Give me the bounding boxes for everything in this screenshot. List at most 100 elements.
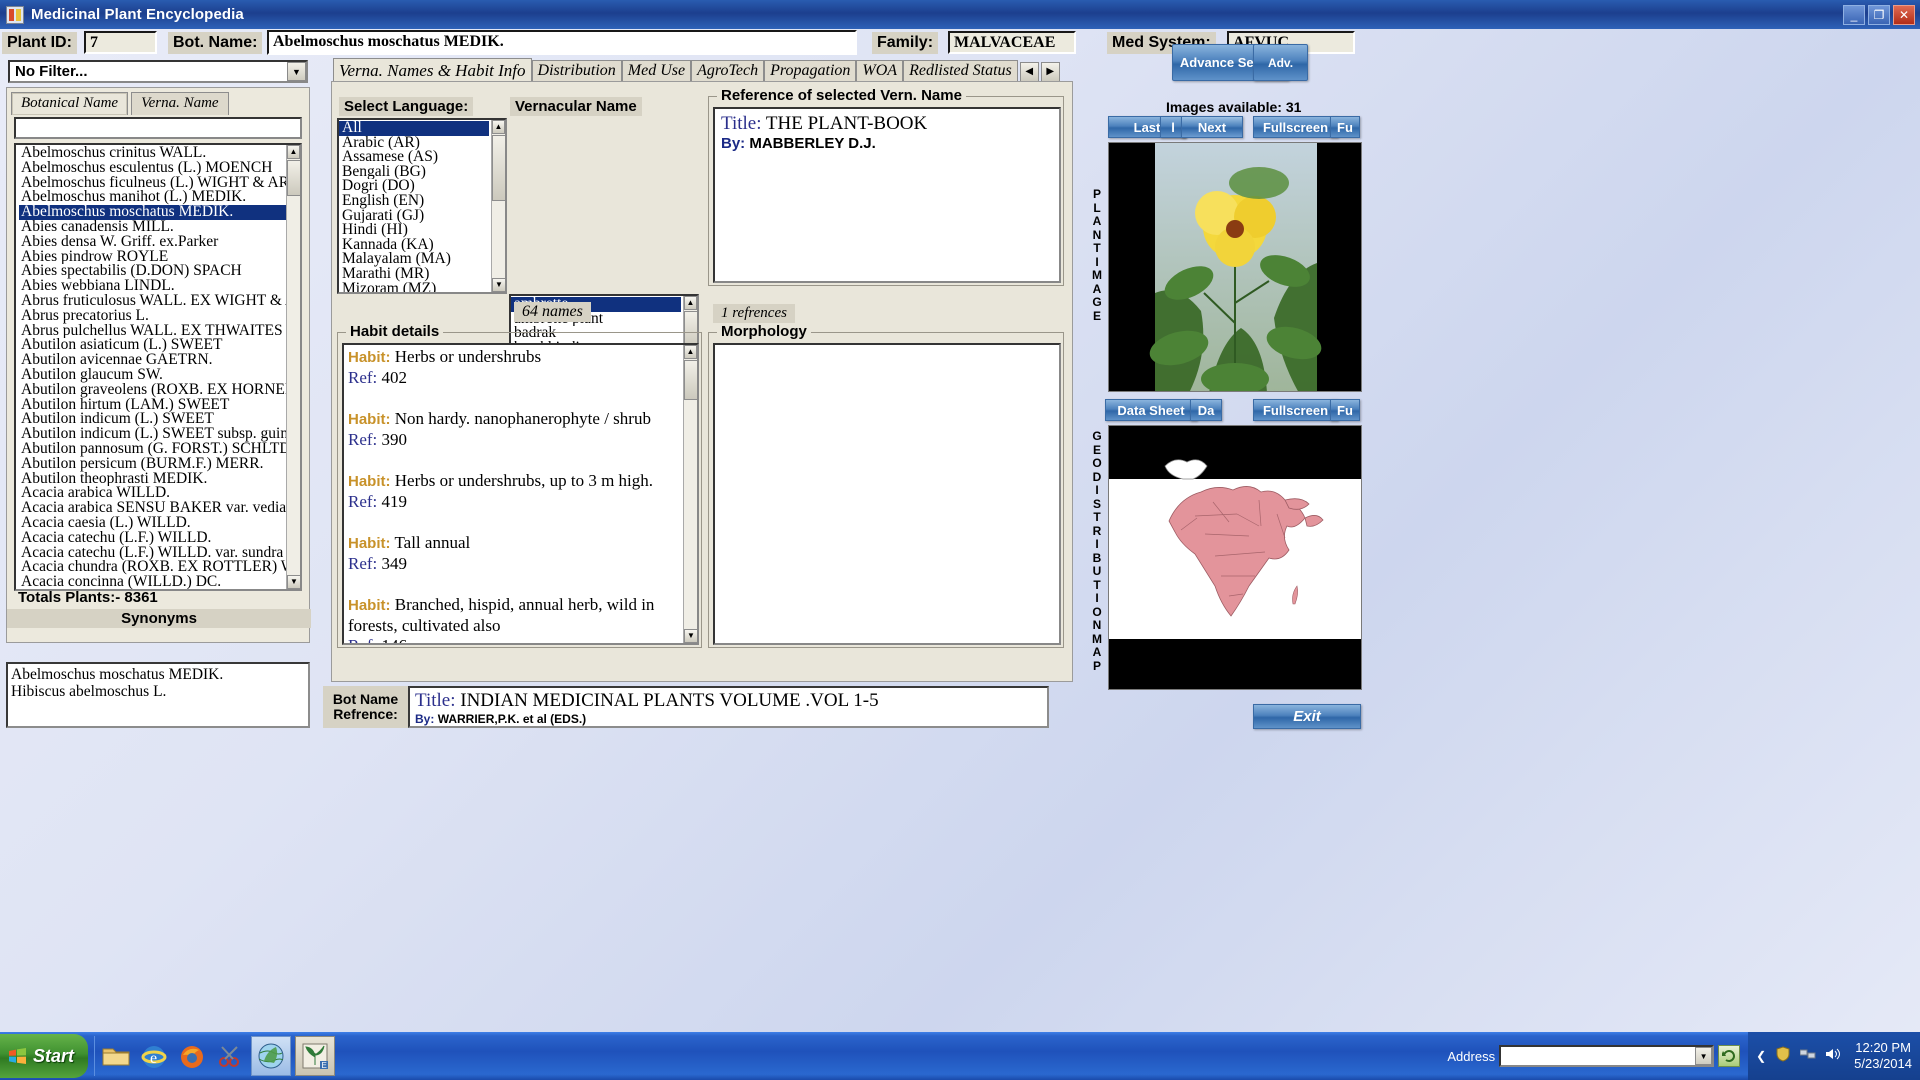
tab-verna-name[interactable]: Verna. Name xyxy=(131,92,229,115)
language-item[interactable]: Marathi (MR) xyxy=(339,267,489,282)
botanical-name-item[interactable]: Abutilon persicum (BURM.F.) MERR. xyxy=(19,457,286,472)
snipping-tool-icon[interactable] xyxy=(213,1039,247,1073)
language-item[interactable]: Dogri (DO) xyxy=(339,179,489,194)
botanical-name-item[interactable]: Abrus precatorius L. xyxy=(19,309,286,324)
scroll-up-icon[interactable]: ▲ xyxy=(287,145,300,159)
habit-scrollbar[interactable]: ▲ ▼ xyxy=(683,345,697,643)
chevron-down-icon[interactable]: ▼ xyxy=(1695,1047,1713,1065)
botanical-name-item[interactable]: Abrus fruticulosus WALL. EX WIGHT & ARN. xyxy=(19,294,286,309)
botanical-name-item[interactable]: Abutilon hirtum (LAM.) SWEET xyxy=(19,398,286,413)
botanical-name-item[interactable]: Abutilon avicennae GAETRN. xyxy=(19,353,286,368)
security-icon[interactable] xyxy=(1775,1045,1791,1067)
network-icon[interactable] xyxy=(1799,1047,1816,1066)
fullscreen-map-button-stub[interactable]: Fu xyxy=(1330,399,1360,421)
start-button[interactable]: Start xyxy=(0,1034,88,1078)
folder-icon[interactable] xyxy=(99,1039,133,1073)
data-sheet-button[interactable]: Data Sheet xyxy=(1105,399,1197,421)
internet-explorer-icon[interactable]: e xyxy=(137,1039,171,1073)
botanical-name-item[interactable]: Abutilon indicum (L.) SWEET subsp. guine… xyxy=(19,427,286,442)
scroll-thumb[interactable] xyxy=(492,135,505,201)
geo-distribution-map[interactable] xyxy=(1108,425,1362,690)
botanical-name-item[interactable]: Acacia chundra (ROXB. EX ROTTLER) WILLD. xyxy=(19,560,286,575)
botanical-name-item[interactable]: Abutilon graveolens (ROXB. EX HORNEM.) W… xyxy=(19,383,286,398)
language-item[interactable]: Bengali (BG) xyxy=(339,165,489,180)
language-scrollbar[interactable]: ▲ ▼ xyxy=(491,120,505,292)
scroll-up-icon[interactable]: ▲ xyxy=(684,345,697,359)
scroll-down-icon[interactable]: ▼ xyxy=(492,278,505,292)
advance-search-button-overlap[interactable]: Adv. xyxy=(1253,44,1308,81)
botanical-name-item[interactable]: Abies pindrow ROYLE xyxy=(19,250,286,265)
show-hidden-icon[interactable]: ❮ xyxy=(1756,1049,1766,1063)
botanical-name-item[interactable]: Abutilon theophrasti MEDIK. xyxy=(19,472,286,487)
tab-next-icon[interactable]: ▶ xyxy=(1040,62,1060,82)
language-item[interactable]: Kannada (KA) xyxy=(339,238,489,253)
scroll-down-icon[interactable]: ▼ xyxy=(684,629,697,643)
fullscreen-map-button[interactable]: Fullscreen xyxy=(1253,399,1338,421)
botanical-name-item[interactable]: Acacia arabica WILLD. xyxy=(19,486,286,501)
language-item[interactable]: Malayalam (MA) xyxy=(339,252,489,267)
scroll-thumb[interactable] xyxy=(684,360,697,400)
fullscreen-image-button-stub[interactable]: Fu xyxy=(1330,116,1360,138)
next-image-button[interactable]: Next xyxy=(1181,116,1243,138)
tab-agrotech[interactable]: AgroTech xyxy=(691,60,765,82)
language-item[interactable]: All xyxy=(339,121,489,136)
tab-propagation[interactable]: Propagation xyxy=(764,60,857,82)
botanical-name-item[interactable]: Acacia caesia (L.) WILLD. xyxy=(19,516,286,531)
botanical-name-item[interactable]: Abutilon asiaticum (L.) SWEET xyxy=(19,338,286,353)
language-item[interactable]: Assamese (AS) xyxy=(339,150,489,165)
botanical-name-item[interactable]: Abrus pulchellus WALL. EX THWAITES xyxy=(19,324,286,339)
botanical-name-item[interactable]: Acacia arabica SENSU BAKER var. vediana … xyxy=(19,501,286,516)
botanical-name-item[interactable]: Abutilon indicum (L.) SWEET xyxy=(19,412,286,427)
botanical-name-item[interactable]: Abelmoschus esculentus (L.) MOENCH xyxy=(19,161,286,176)
plant-app-icon[interactable]: E xyxy=(295,1036,335,1076)
data-sheet-button-stub[interactable]: Da xyxy=(1190,399,1222,421)
taskbar-clock[interactable]: 12:20 PM 5/23/2014 xyxy=(1850,1040,1912,1072)
botanical-name-item[interactable]: Acacia catechu (L.F.) WILLD. xyxy=(19,531,286,546)
botanical-name-item[interactable]: Abies canadensis MILL. xyxy=(19,220,286,235)
scroll-up-icon[interactable]: ▲ xyxy=(684,296,697,310)
address-input[interactable]: ▼ xyxy=(1499,1045,1715,1067)
globe-icon[interactable] xyxy=(251,1036,291,1076)
botanical-name-item[interactable]: Abies spectabilis (D.DON) SPACH xyxy=(19,264,286,279)
botanical-name-item[interactable]: Abutilon glaucum SW. xyxy=(19,368,286,383)
language-item[interactable]: Hindi (HI) xyxy=(339,223,489,238)
language-list[interactable]: All Arabic (AR) Assamese (AS) Bengali (BG) D… xyxy=(337,118,507,294)
habit-details-box[interactable]: Habit: Herbs or undershrubs Ref: 402 Habit… xyxy=(342,343,699,645)
language-item[interactable]: English (EN) xyxy=(339,194,489,209)
scroll-up-icon[interactable]: ▲ xyxy=(492,120,505,134)
plant-image[interactable] xyxy=(1108,142,1362,392)
language-item[interactable]: Arabic (AR) xyxy=(339,136,489,151)
botanical-name-item[interactable]: Abies webbiana LINDL. xyxy=(19,279,286,294)
volume-icon[interactable] xyxy=(1825,1047,1841,1066)
botanical-name-list[interactable]: Abelmoschus crinitus WALL. Abelmoschus es… xyxy=(14,143,302,591)
chevron-down-icon[interactable]: ▼ xyxy=(287,62,306,81)
tab-woa[interactable]: WOA xyxy=(856,60,904,82)
botanical-name-item[interactable]: Acacia catechu (L.F.) WILLD. var. sundra… xyxy=(19,546,286,561)
go-refresh-icon[interactable] xyxy=(1718,1045,1741,1067)
close-icon[interactable]: ✕ xyxy=(1893,4,1915,25)
scroll-thumb[interactable] xyxy=(287,160,300,196)
morphology-box[interactable] xyxy=(713,343,1061,645)
filter-dropdown[interactable]: No Filter... ▼ xyxy=(8,60,308,83)
bot-name-field[interactable]: Abelmoschus moschatus MEDIK. xyxy=(267,30,857,55)
exit-button[interactable]: Exit xyxy=(1253,704,1361,729)
fullscreen-image-button[interactable]: Fullscreen xyxy=(1253,116,1338,138)
tab-redlisted-status[interactable]: Redlisted Status xyxy=(903,60,1018,82)
tab-prev-icon[interactable]: ◀ xyxy=(1019,62,1039,82)
search-input[interactable] xyxy=(14,117,302,139)
tab-verna-names-habit-info[interactable]: Verna. Names & Habit Info xyxy=(333,58,532,82)
tab-botanical-name[interactable]: Botanical Name xyxy=(11,92,129,115)
firefox-icon[interactable] xyxy=(175,1039,209,1073)
botanical-name-item[interactable]: Abelmoschus crinitus WALL. xyxy=(19,146,286,161)
maximize-icon[interactable]: ❐ xyxy=(1868,4,1890,25)
plant-id-field[interactable]: 7 xyxy=(84,31,157,54)
tab-med-use[interactable]: Med Use xyxy=(621,60,692,82)
language-item[interactable]: Mizoram (MZ) xyxy=(339,282,489,292)
family-field[interactable]: MALVACEAE xyxy=(948,31,1076,54)
botanical-list-scrollbar[interactable]: ▲ ▼ xyxy=(286,145,300,589)
botanical-name-item[interactable]: Abelmoschus manihot (L.) MEDIK. xyxy=(19,190,286,205)
language-item[interactable]: Gujarati (GJ) xyxy=(339,209,489,224)
botanical-name-item[interactable]: Abies densa W. Griff. ex.Parker xyxy=(19,235,286,250)
minimize-icon[interactable]: _ xyxy=(1843,4,1865,25)
botanical-name-item[interactable]: Abelmoschus ficulneus (L.) WIGHT & ARN. xyxy=(19,176,286,191)
